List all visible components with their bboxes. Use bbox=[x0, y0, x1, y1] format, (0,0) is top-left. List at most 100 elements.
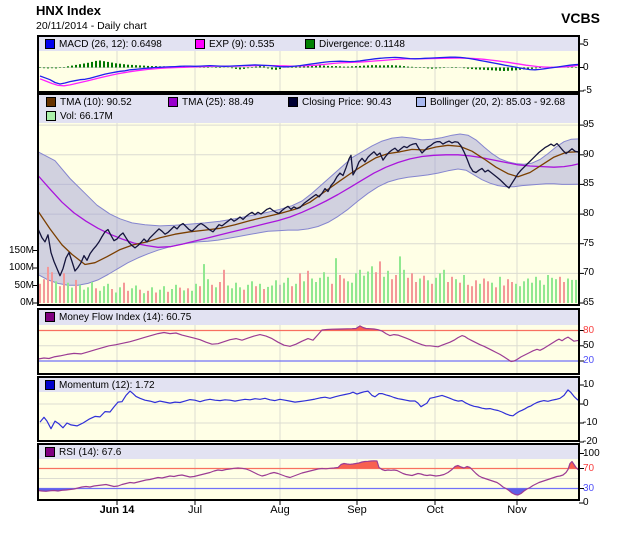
volume-bar bbox=[447, 282, 449, 303]
volume-bar bbox=[299, 273, 301, 303]
volume-bar bbox=[535, 277, 537, 303]
volume-bar bbox=[315, 282, 317, 303]
divergence-bar bbox=[415, 67, 417, 68]
divergence-bar bbox=[391, 65, 393, 67]
volume-bar bbox=[83, 290, 85, 303]
volume-bar bbox=[287, 278, 289, 303]
volume-bar bbox=[503, 286, 505, 304]
divergence-bar bbox=[47, 68, 49, 69]
volume-bar bbox=[303, 281, 305, 303]
volume-bar bbox=[571, 280, 573, 303]
volume-bar bbox=[319, 278, 321, 303]
divergence-bar bbox=[119, 64, 121, 68]
divergence-bar bbox=[435, 68, 437, 69]
volume-bar bbox=[251, 281, 253, 303]
volume-bar bbox=[539, 280, 541, 303]
volume-bar bbox=[147, 291, 149, 303]
volume-bar bbox=[311, 279, 313, 304]
divergence-bar bbox=[275, 68, 277, 70]
divergence-bar bbox=[107, 62, 109, 68]
volume-bar bbox=[543, 285, 545, 303]
divergence-bar bbox=[99, 61, 101, 68]
legend-strip bbox=[39, 378, 578, 392]
divergence-bar bbox=[83, 64, 85, 68]
volume-bar bbox=[75, 280, 77, 303]
volume-bar bbox=[307, 271, 309, 303]
volume-bar bbox=[555, 279, 557, 303]
volume-bar bbox=[263, 289, 265, 303]
volume-bar bbox=[367, 272, 369, 304]
volume-bar bbox=[47, 267, 49, 303]
divergence-bar bbox=[359, 66, 361, 68]
volume-bar bbox=[563, 282, 565, 303]
volume-bar bbox=[363, 276, 365, 303]
divergence-bar bbox=[419, 67, 421, 68]
volume-bar bbox=[339, 275, 341, 303]
volume-bar bbox=[211, 285, 213, 303]
divergence-bar bbox=[91, 62, 93, 68]
volume-bar bbox=[351, 283, 353, 303]
volume-bar bbox=[431, 284, 433, 303]
divergence-bar bbox=[319, 65, 321, 67]
volume-bar bbox=[115, 293, 117, 304]
volume-bar bbox=[275, 280, 277, 303]
chart-window: HNX Index 20/11/2014 - Daily chart VCBS … bbox=[0, 0, 620, 535]
volume-bar bbox=[39, 284, 41, 303]
divergence-bar bbox=[491, 68, 493, 71]
volume-bar bbox=[531, 283, 533, 303]
divergence-bar bbox=[351, 66, 353, 67]
legend-strip bbox=[39, 310, 578, 325]
divergence-bar bbox=[399, 66, 401, 68]
divergence-bar bbox=[395, 65, 397, 67]
volume-bar bbox=[443, 270, 445, 303]
divergence-bar bbox=[239, 68, 241, 70]
volume-bar bbox=[403, 270, 405, 303]
divergence-bar bbox=[95, 61, 97, 68]
volume-bar bbox=[283, 283, 285, 303]
volume-bar bbox=[411, 273, 413, 303]
volume-bar bbox=[139, 290, 141, 303]
volume-bar bbox=[495, 287, 497, 303]
divergence-bar bbox=[215, 67, 217, 68]
divergence-bar bbox=[255, 67, 257, 68]
divergence-bar bbox=[423, 68, 425, 69]
volume-bar bbox=[215, 287, 217, 303]
volume-bar bbox=[59, 286, 61, 303]
volume-bar bbox=[487, 281, 489, 303]
volume-bar bbox=[519, 286, 521, 303]
volume-bar bbox=[507, 279, 509, 303]
divergence-bar bbox=[355, 66, 357, 67]
volume-bar bbox=[375, 272, 377, 303]
volume-bar bbox=[467, 285, 469, 303]
volume-bar bbox=[347, 281, 349, 303]
volume-bar bbox=[423, 276, 425, 303]
volume-bar bbox=[219, 282, 221, 303]
volume-bar bbox=[451, 277, 453, 303]
divergence-bar bbox=[263, 66, 265, 67]
divergence-bar bbox=[339, 66, 341, 67]
volume-bar bbox=[243, 290, 245, 303]
volume-bar bbox=[499, 277, 501, 303]
legend-strip bbox=[39, 445, 578, 459]
volume-bar bbox=[71, 288, 73, 303]
legend-strip bbox=[39, 95, 578, 123]
legend-strip bbox=[39, 37, 578, 51]
volume-bar bbox=[415, 282, 417, 303]
volume-bar bbox=[207, 279, 209, 303]
divergence-bar bbox=[503, 68, 505, 72]
volume-bar bbox=[175, 285, 177, 303]
volume-bar bbox=[523, 281, 525, 303]
volume-bar bbox=[343, 279, 345, 304]
volume-bar bbox=[103, 286, 105, 303]
volume-bar bbox=[123, 283, 125, 303]
divergence-bar bbox=[475, 68, 477, 70]
volume-bar bbox=[559, 277, 561, 303]
divergence-bar bbox=[51, 68, 53, 69]
divergence-bar bbox=[79, 64, 81, 67]
divergence-bar bbox=[87, 63, 89, 68]
volume-bar bbox=[195, 284, 197, 303]
divergence-bar bbox=[347, 67, 349, 68]
divergence-bar bbox=[43, 68, 45, 69]
divergence-bar bbox=[335, 66, 337, 67]
divergence-bar bbox=[75, 65, 77, 68]
